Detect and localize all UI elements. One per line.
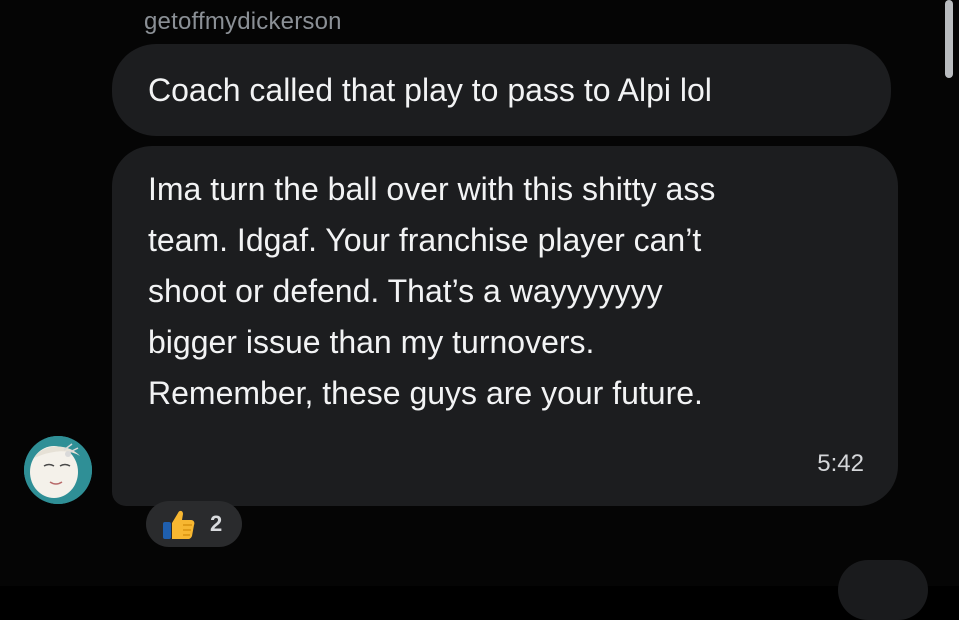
message-text-line: Ima turn the ball over with this shitty … [148, 171, 716, 207]
reaction-pill[interactable]: 2 [146, 501, 242, 547]
message-timestamp: 5:42 [817, 450, 864, 477]
avatar[interactable] [24, 436, 92, 504]
chat-screen: getoffmydickerson Coach called that play… [0, 0, 959, 620]
message-text-line: shoot or defend. That’s a wayyyyyyy [148, 273, 663, 309]
partial-bubble [838, 560, 928, 620]
message-text-line: team. Idgaf. Your franchise player can’t [148, 222, 702, 258]
sender-name[interactable]: getoffmydickerson [144, 8, 342, 36]
message-bubble[interactable]: Coach called that play to pass to Alpi l… [112, 44, 891, 136]
message-bubble[interactable]: Ima turn the ball over with this shitty … [112, 146, 898, 506]
avatar-illustration-icon [24, 436, 92, 504]
message-text-line: bigger issue than my turnovers. [148, 324, 595, 360]
message-text: Coach called that play to pass to Alpi l… [148, 72, 712, 108]
message-text-line: Remember, these guys are your future. [148, 375, 703, 411]
reaction-count: 2 [210, 511, 223, 536]
scrollbar[interactable] [945, 0, 953, 78]
thumbs-up-icon [163, 510, 195, 539]
